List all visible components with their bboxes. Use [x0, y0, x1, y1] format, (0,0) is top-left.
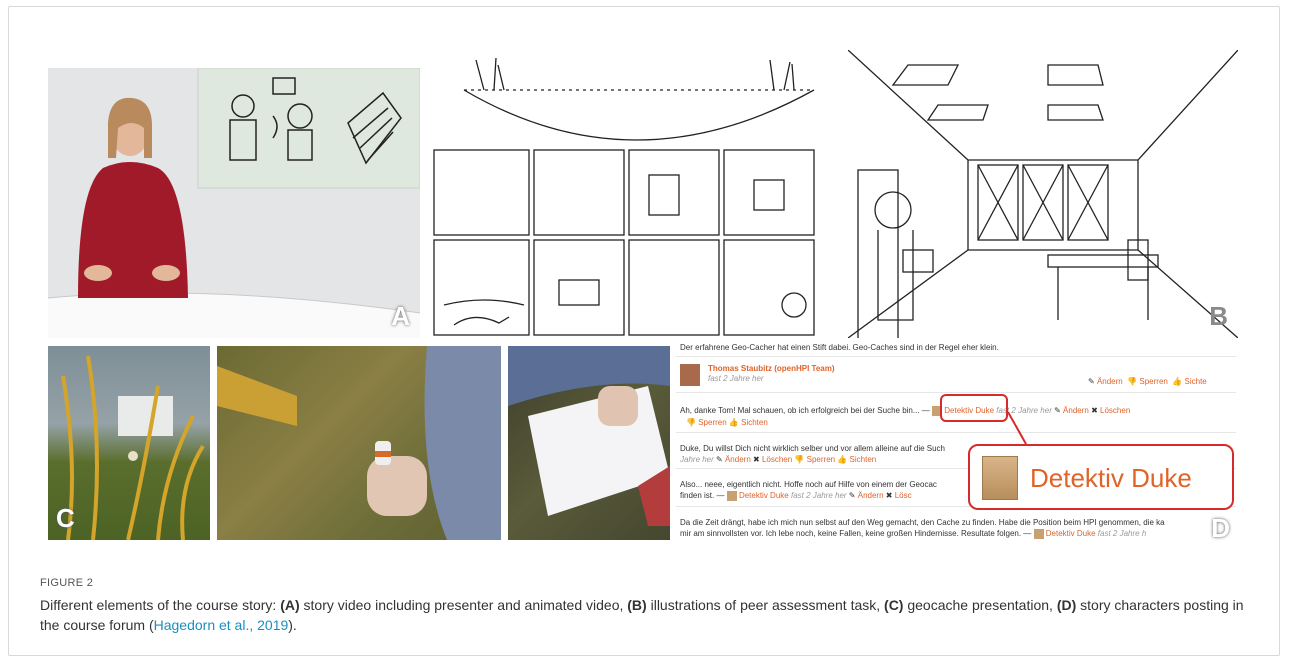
panel-c-photo-cache	[217, 346, 501, 540]
view-link[interactable]: Sichte	[1185, 377, 1207, 386]
reply-3-meta: finden ist. — Detektiv Duke fast 2 Jahre…	[680, 491, 912, 501]
house-cutaway-drawing	[433, 57, 815, 336]
reply-2-edit[interactable]: Ändern	[725, 455, 751, 464]
panel-a-video: A	[48, 68, 420, 338]
reply-4-text: Da die Zeit drängt, habe ich mich nun se…	[680, 518, 1165, 527]
reply-3-text-end: finden ist. —	[680, 491, 725, 501]
thumbs-down-icon: 👎	[1124, 377, 1138, 386]
edit-link[interactable]: Ändern	[1097, 377, 1123, 386]
panel-a-label: A	[391, 301, 410, 331]
caption-tag-b: (B)	[627, 597, 647, 613]
reply-2-time: Jahre her	[680, 455, 714, 464]
caption-end: ).	[288, 617, 297, 633]
edit-icon: ✎	[1088, 377, 1095, 386]
panel-c-photo-field: C	[48, 346, 210, 540]
forum-divider	[676, 432, 1236, 433]
panel-c-label: C	[56, 503, 75, 533]
citation-link[interactable]: Hagedorn et al., 2019	[154, 617, 289, 633]
duke-avatar-icon	[1033, 529, 1044, 539]
caption-intro: Different elements of the course story:	[40, 597, 281, 613]
duke-avatar-icon	[726, 491, 737, 501]
reply-3-author[interactable]: Detektiv Duke	[739, 491, 789, 500]
panel-d-forum: Der erfahrene Geo-Cacher hat einen Stift…	[676, 340, 1236, 550]
thumbs-down-icon: 👎	[794, 455, 805, 464]
caption-text-b: illustrations of peer assessment task,	[646, 597, 885, 613]
detective-avatar	[982, 456, 1018, 500]
reply-3-text: Also... neee, eigentlich nicht. Hoffe no…	[680, 480, 937, 489]
thumbs-down-icon: 👎	[686, 418, 696, 427]
caption-tag-c: (C)	[884, 597, 904, 613]
reply-4-author[interactable]: Detektiv Duke	[1046, 529, 1096, 538]
figure-caption: Different elements of the course story: …	[40, 595, 1250, 635]
caption-tag-a: (A)	[280, 597, 300, 613]
reply-1-edit[interactable]: Ändern	[1063, 406, 1089, 415]
caption-text-c: geocache presentation,	[903, 597, 1057, 613]
thumbs-up-icon: 👍	[728, 418, 739, 427]
reply-2-delete[interactable]: Löschen	[762, 455, 792, 464]
forum-post-text: Der erfahrene Geo-Cacher hat einen Stift…	[680, 343, 999, 352]
figure-label: FIGURE 2	[40, 577, 94, 589]
panel-c-photo-logbook	[508, 346, 670, 540]
reply-1-lock[interactable]: Sperren	[698, 418, 726, 427]
reply-1-view[interactable]: Sichten	[741, 418, 768, 427]
delete-icon: ✖	[753, 455, 760, 464]
delete-icon: ✖	[1091, 406, 1098, 416]
room-perspective-drawing	[848, 50, 1238, 338]
highlight-box	[940, 394, 1008, 422]
reply-1-delete[interactable]: Löschen	[1100, 406, 1130, 415]
reply-2-actions: Jahre her ✎ Ändern ✖ Löschen 👎 Sperren 👍…	[680, 455, 876, 464]
author-time: fast 2 Jahre her	[708, 374, 764, 383]
panel-b-house-illustration	[424, 50, 844, 338]
logbook-photo	[508, 346, 670, 526]
author-name[interactable]: Thomas Staubitz (openHPI Team)	[708, 364, 835, 373]
cache-container-photo	[217, 346, 501, 540]
caption-text-a: story video including presenter and anim…	[299, 597, 628, 613]
edit-icon: ✎	[716, 455, 723, 464]
lock-link[interactable]: Sperren	[1139, 377, 1167, 386]
panel-d-label: D	[1211, 513, 1230, 543]
reply-2-lock[interactable]: Sperren	[807, 455, 835, 464]
caption-tag-d: (D)	[1056, 597, 1077, 613]
forum-divider	[676, 356, 1236, 357]
reply-3-time: fast 2 Jahre her	[790, 491, 847, 501]
edit-icon: ✎	[848, 491, 856, 501]
thumbs-up-icon: 👍	[1170, 377, 1183, 386]
reply-1-actions: 👎 Sperren 👍 Sichten	[686, 418, 768, 427]
reply-4-time: fast 2 Jahre h	[1097, 529, 1147, 539]
callout-box: Detektiv Duke	[968, 444, 1234, 510]
callout-name: Detektiv Duke	[1030, 463, 1192, 493]
author-avatar	[680, 364, 700, 386]
panel-b-label: B	[1209, 301, 1228, 331]
reply-3-edit[interactable]: Ändern	[858, 491, 884, 500]
reply-2-view[interactable]: Sichten	[850, 455, 877, 464]
reply-1: Ah, danke Tom! Mal schauen, ob ich erfol…	[680, 406, 1130, 416]
reply-1-text: Ah, danke Tom! Mal schauen, ob ich erfol…	[680, 406, 930, 416]
forum-divider	[676, 392, 1236, 393]
panel-b-room-illustration: B	[848, 50, 1238, 338]
thumbs-up-icon: 👍	[837, 455, 848, 464]
author-actions: ✎ Ändern 👎 Sperren 👍 Sichte	[1088, 377, 1207, 386]
reply-4-meta: mir am sinnvollsten vor. Ich lebe noch, …	[680, 529, 1146, 539]
reply-2-text: Duke, Du willst Dich nicht wirklich selb…	[680, 444, 946, 453]
edit-icon: ✎	[1054, 406, 1061, 416]
presenter-video-illustration	[48, 68, 420, 338]
reply-3-delete[interactable]: Lösc	[895, 491, 912, 500]
reply-4-text-end: mir am sinnvollsten vor. Ich lebe noch, …	[680, 529, 1032, 539]
delete-icon: ✖	[885, 491, 893, 501]
